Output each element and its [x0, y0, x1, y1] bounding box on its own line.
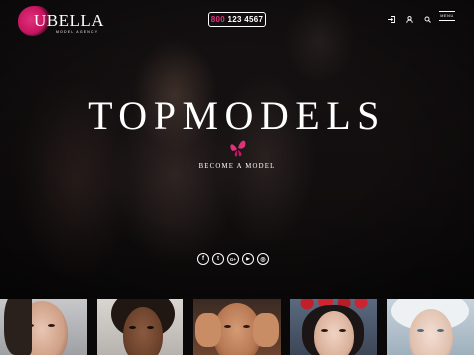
model-hand	[195, 313, 221, 347]
logo-name: UBELLA	[34, 11, 105, 30]
model-eye	[147, 326, 154, 329]
twitter-icon[interactable]: t	[212, 253, 224, 265]
model-eye	[417, 329, 424, 332]
model-eye	[321, 329, 328, 332]
phone-button[interactable]: 800 123 4567	[208, 12, 266, 27]
model-face	[314, 311, 354, 355]
youtube-icon[interactable]: ▶	[242, 253, 254, 265]
model-eye	[339, 329, 346, 332]
login-icon[interactable]	[386, 13, 396, 25]
header-icons	[386, 13, 432, 25]
model-hand	[253, 313, 279, 347]
model-eye	[243, 325, 250, 328]
phone-prefix: 800	[210, 15, 225, 24]
model-thumbnail[interactable]	[193, 299, 281, 355]
model-hair	[4, 299, 32, 355]
menu-line-bottom	[439, 20, 455, 21]
menu-line-top	[439, 11, 455, 12]
social-links: f t G+ ▶ ◎	[197, 253, 269, 265]
google-plus-icon[interactable]: G+	[227, 253, 239, 265]
user-icon[interactable]	[404, 13, 414, 25]
model-thumbnails	[0, 299, 474, 355]
facebook-icon[interactable]: f	[197, 253, 209, 265]
model-thumbnail[interactable]	[290, 299, 377, 355]
model-face	[123, 307, 163, 355]
instagram-icon[interactable]: ◎	[257, 253, 269, 265]
model-thumbnail[interactable]	[0, 299, 87, 355]
menu-label: MENU	[440, 14, 454, 18]
model-eye	[437, 329, 444, 332]
butterfly-icon	[229, 137, 247, 166]
model-eye	[48, 324, 55, 327]
menu-button[interactable]: MENU	[439, 11, 455, 21]
become-a-model-link[interactable]: BECOME A MODEL	[0, 163, 474, 170]
search-icon[interactable]	[422, 13, 432, 25]
hero-title: TOPMODELS	[88, 93, 386, 138]
model-eye	[224, 325, 231, 328]
model-thumbnail[interactable]	[387, 299, 474, 355]
model-eye	[129, 326, 136, 329]
logo[interactable]: UBELLA MODEL AGENCY	[18, 6, 108, 36]
phone-number: 123 4567	[227, 15, 264, 24]
model-thumbnail[interactable]	[97, 299, 183, 355]
logo-tagline: MODEL AGENCY	[56, 30, 99, 34]
